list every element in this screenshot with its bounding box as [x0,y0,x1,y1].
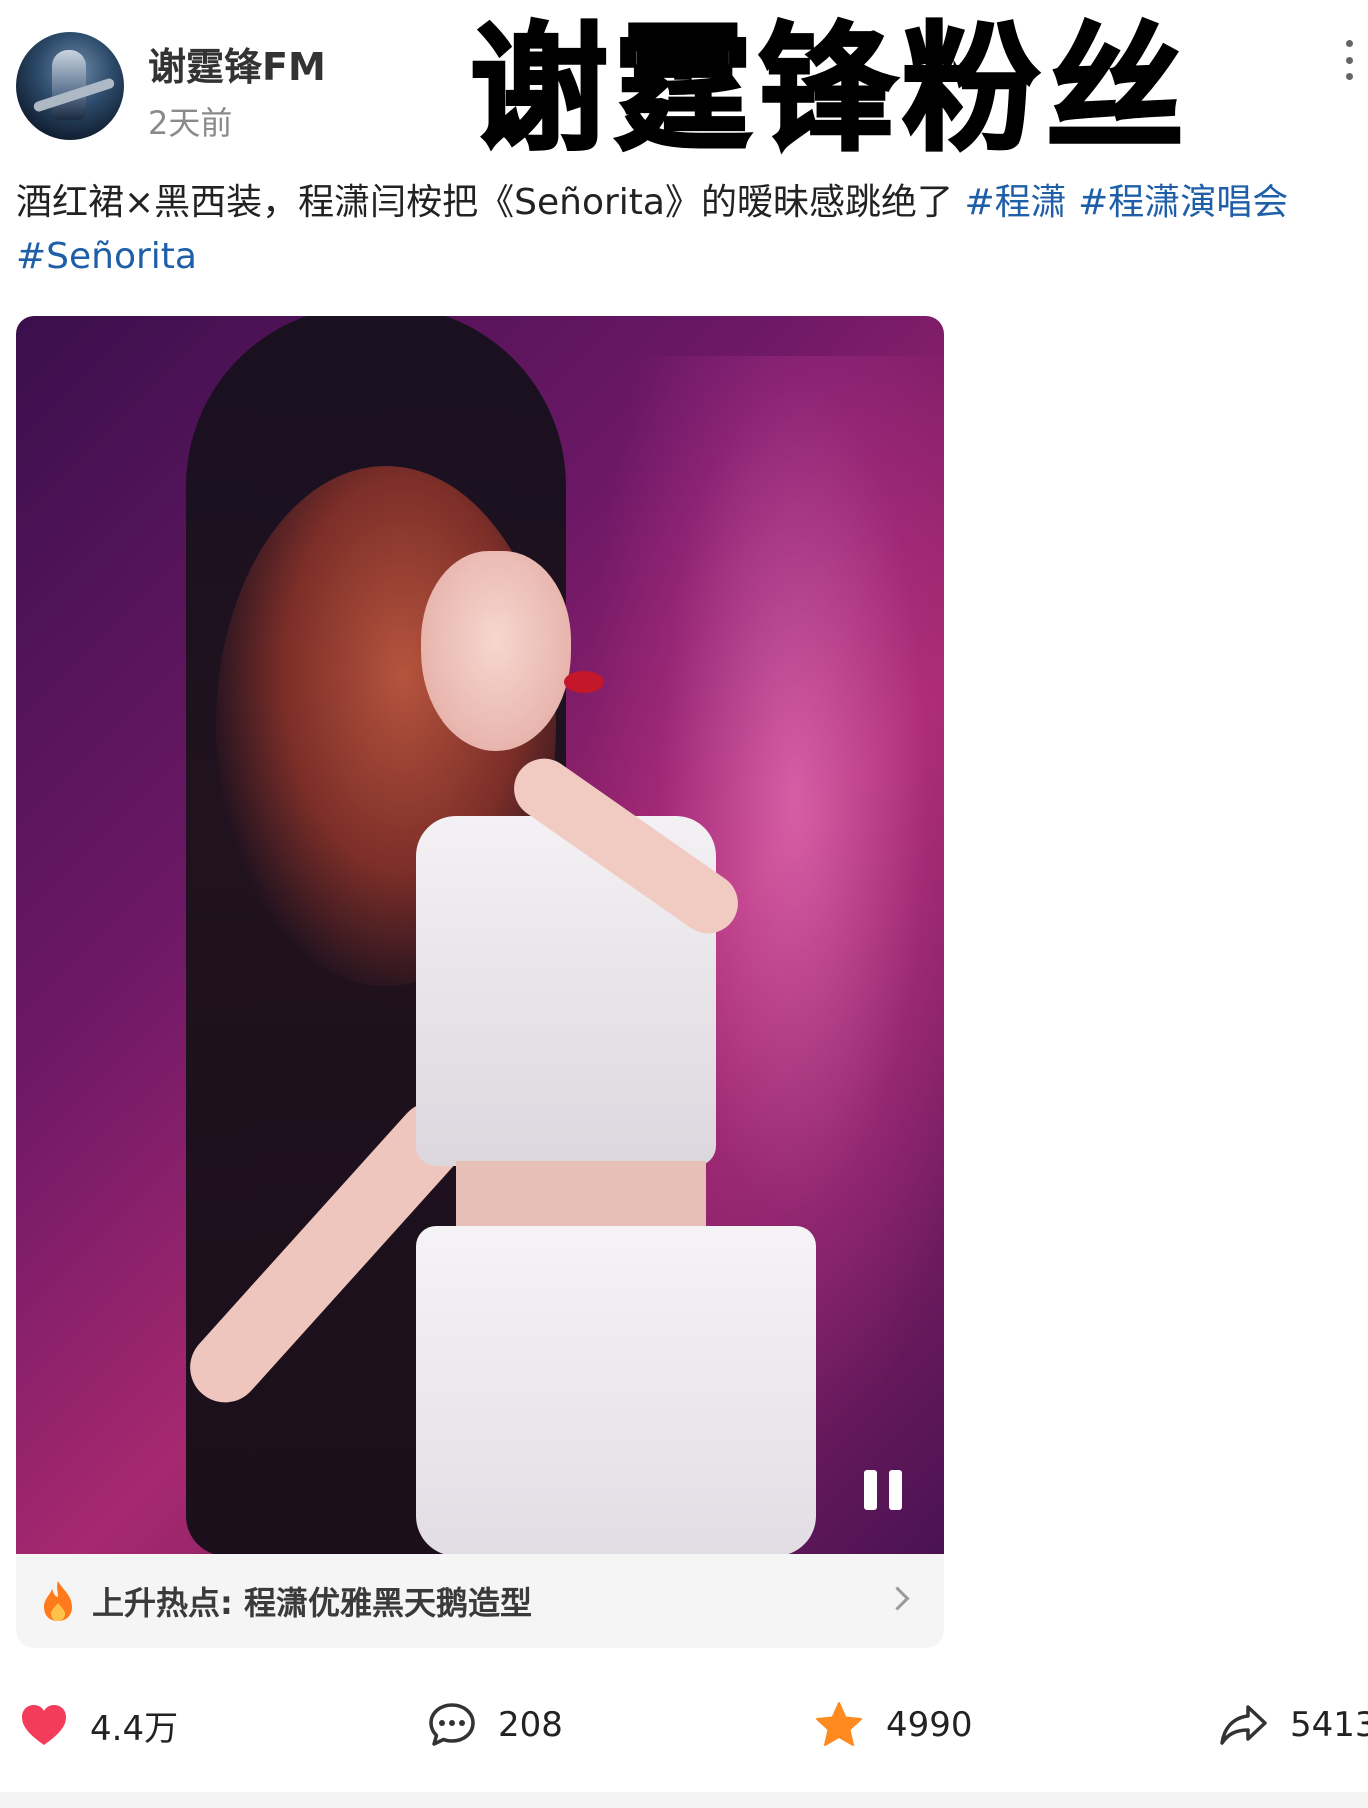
overlay-title: 谢霆锋粉丝 [468,8,1191,171]
favorite-button[interactable]: 4990 [814,1690,973,1760]
author-name[interactable]: 谢霆锋FM [148,36,326,91]
hashtag-link[interactable]: #程潇 [964,182,1066,223]
more-dot [1345,56,1353,64]
more-icon[interactable] [1344,40,1354,80]
action-bar: 4.4万 208 4990 5413 [0,1690,1368,1760]
favorite-count: 4990 [886,1705,973,1745]
share-icon [1220,1705,1267,1745]
pause-bar [864,1470,877,1510]
hot-topic-label: 上升热点: 程潇优雅黑天鹅造型 [92,1584,532,1622]
dancer-lips [564,671,604,693]
chevron-right-icon [885,1586,910,1611]
post-page: 谢霆锋FM 2天前 谢霆锋粉丝 酒红裙×黑西装，程潇闫桉把《Señorita》的… [0,0,1368,1808]
star-icon [816,1702,862,1746]
fire-icon [44,1581,72,1621]
post-caption: 酒红裙×黑西装，程潇闫桉把《Señorita》的暧昧感跳绝了 #程潇 #程潇演唱… [16,176,1356,284]
comment-icon [429,1703,475,1746]
dancer-skirt [416,1226,816,1554]
heart-icon [22,1705,66,1745]
like-count: 4.4万 [90,1708,179,1749]
more-dot [1345,40,1353,47]
pause-icon[interactable] [864,1470,902,1510]
hashtag-link[interactable]: #Señorita [16,236,197,277]
like-button[interactable]: 4.4万 [20,1690,178,1760]
video-player[interactable] [16,316,944,1554]
post-time: 2天前 [148,104,233,142]
comment-count: 208 [498,1705,563,1745]
hot-topic-bar[interactable]: 上升热点: 程潇优雅黑天鹅造型 [16,1554,944,1648]
comment-button[interactable]: 208 [428,1690,563,1760]
caption-text: 酒红裙×黑西装，程潇闫桉把《Señorita》的暧昧感跳绝了 [16,182,953,223]
share-button[interactable]: 5413 [1218,1690,1368,1760]
dancer-face [421,551,571,751]
more-dot [1345,73,1353,80]
avatar-figure [52,50,86,120]
share-count: 5413 [1290,1705,1368,1745]
hashtag-link[interactable]: #程潇演唱会 [1078,182,1288,223]
bottom-divider [0,1792,1368,1808]
avatar[interactable] [16,32,124,140]
pause-bar [889,1470,902,1510]
